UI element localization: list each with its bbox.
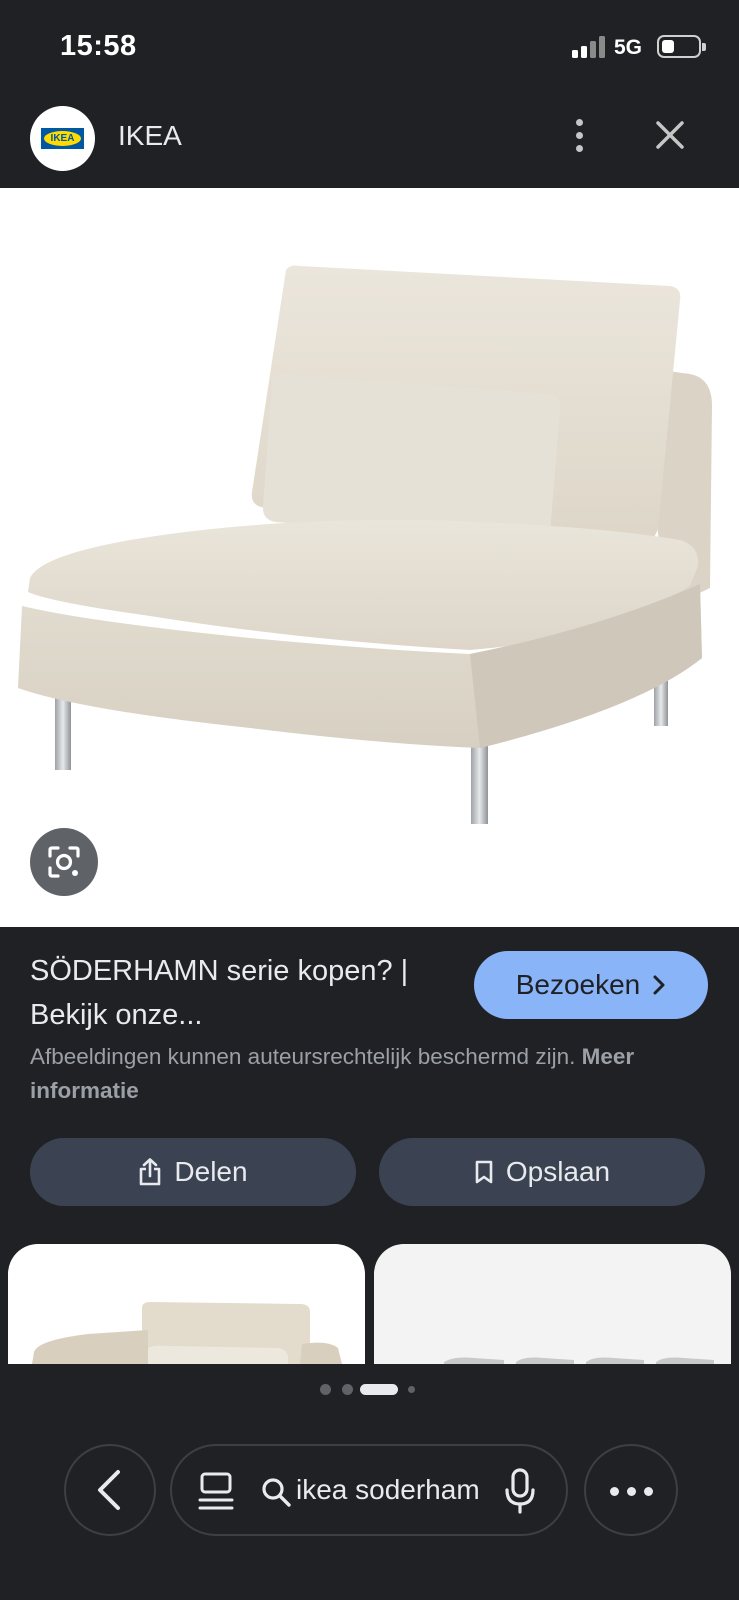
logo-text: IKEA	[50, 133, 75, 144]
sofa-illustration	[18, 265, 712, 824]
related-sofa-illustration	[32, 1302, 342, 1364]
more-vert-icon[interactable]	[570, 117, 590, 155]
bottom-bar: ikea soderham	[0, 1364, 739, 1600]
save-label: Opslaan	[505, 1156, 611, 1187]
visit-label: Bezoeken	[515, 969, 641, 1000]
search-query[interactable]: ikea soderham	[296, 1474, 491, 1506]
network-type: 5G	[614, 36, 643, 59]
search-icon	[262, 1478, 291, 1507]
result-title[interactable]: SÖDERHAMN serie kopen? | Bekijk onze...	[30, 949, 450, 1037]
product-image[interactable]	[0, 188, 739, 927]
header: IKEA IKEA	[0, 95, 739, 188]
save-button[interactable]: Opslaan	[379, 1138, 705, 1206]
site-name: IKEA	[118, 120, 182, 151]
ikea-logo-icon: IKEA	[30, 106, 95, 171]
status-bar: 15:58 5G	[0, 0, 739, 95]
share-button[interactable]: Delen	[30, 1138, 356, 1206]
more-horiz-icon[interactable]	[584, 1444, 678, 1536]
related-sofa-illustration	[444, 1357, 714, 1364]
share-icon	[140, 1158, 161, 1186]
bookmark-icon	[475, 1160, 493, 1184]
battery-icon	[657, 35, 706, 58]
close-icon[interactable]	[650, 115, 690, 155]
chevron-right-icon	[653, 975, 665, 995]
related-image-card[interactable]	[8, 1244, 365, 1364]
visit-button[interactable]: Bezoeken	[474, 951, 708, 1019]
share-label: Delen	[174, 1156, 248, 1187]
search-bar[interactable]: ikea soderham	[170, 1444, 568, 1536]
google-lens-icon[interactable]	[30, 828, 98, 896]
tabs-icon[interactable]	[196, 1470, 236, 1512]
related-image-card[interactable]	[374, 1244, 731, 1364]
status-time: 15:58	[60, 30, 137, 62]
microphone-icon[interactable]	[502, 1466, 538, 1516]
copyright-text: Afbeeldingen kunnen auteursrechtelijk be…	[30, 1044, 576, 1069]
copyright-notice: Afbeeldingen kunnen auteursrechtelijk be…	[30, 1040, 670, 1108]
back-arrow-icon[interactable]	[64, 1444, 156, 1536]
cell-signal-icon	[572, 36, 606, 58]
